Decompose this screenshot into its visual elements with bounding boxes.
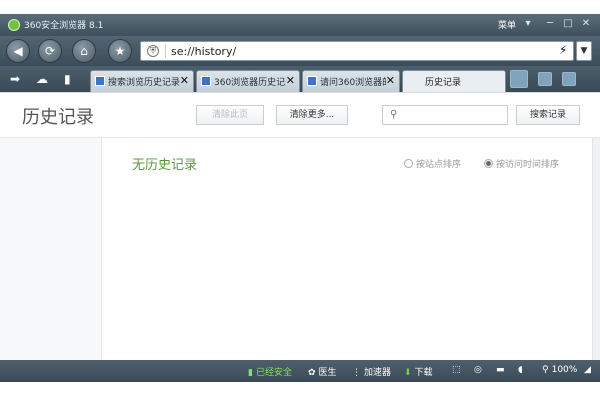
toolbar-icons-1[interactable]: ⬚ bbox=[452, 365, 461, 375]
tab-menu-icon[interactable] bbox=[562, 72, 576, 86]
title-bar: 360安全浏览器 8.1 菜单 ▾ ─ □ ✕ bbox=[0, 14, 600, 36]
doctor-button[interactable]: ✿ 医生 bbox=[308, 365, 337, 378]
speaker-icon[interactable]: ◖ bbox=[518, 365, 523, 375]
tab-360-history[interactable]: 360浏览器历史记录 ✕ bbox=[196, 70, 300, 92]
clear-page-button[interactable]: 清除此页 bbox=[196, 105, 264, 125]
screen-icon[interactable]: ▬ bbox=[496, 365, 505, 375]
zoom-search-icon: ⚲ bbox=[542, 365, 549, 375]
shield-icon: ⛨ bbox=[147, 45, 159, 57]
tab-history-active[interactable]: 历史记录 bbox=[402, 70, 506, 92]
tab-search-history[interactable]: 搜索浏览历史记录 ✕ bbox=[90, 70, 194, 92]
status-bar: ▮ 已经安全 ✿ 医生 ⋮ 加速器 ⬇ 下载 ⬚ ◎ ▬ ◖ ⚲ 100% ◢ bbox=[0, 360, 600, 382]
window-title: 360安全浏览器 8.1 bbox=[24, 21, 104, 31]
search-input[interactable]: ⚲ bbox=[382, 105, 508, 125]
tab-favicon-icon bbox=[307, 76, 317, 86]
download-button[interactable]: ⬇ 下载 bbox=[404, 365, 433, 378]
search-records-button[interactable]: 搜索记录 bbox=[516, 105, 580, 125]
globe-icon[interactable]: ◎ bbox=[474, 365, 482, 375]
accelerator-button[interactable]: ⋮ 加速器 bbox=[352, 365, 391, 378]
shield-check-icon: ▮ bbox=[248, 368, 253, 378]
tab-favicon-icon bbox=[95, 76, 105, 86]
close-window-icon[interactable]: ✕ bbox=[580, 18, 592, 30]
tab-tools-icon[interactable] bbox=[538, 72, 552, 86]
address-url[interactable]: se://history/ bbox=[171, 45, 236, 58]
back-icon[interactable]: ◀ bbox=[6, 39, 30, 63]
address-separator bbox=[165, 44, 166, 58]
nav-bar: ◀ ⟳ ⌂ ★ ⛨ se://history/ ⚡ ▼ bbox=[0, 36, 600, 66]
doctor-icon: ✿ bbox=[308, 368, 316, 378]
cloud-icon[interactable]: ☁ bbox=[36, 72, 48, 86]
tab-favicon-icon bbox=[201, 76, 211, 86]
accelerator-icon: ⋮ bbox=[352, 368, 361, 378]
star-icon[interactable]: ★ bbox=[108, 39, 132, 63]
clear-more-button[interactable]: 清除更多... bbox=[276, 105, 348, 125]
vertical-scrollbar[interactable] bbox=[592, 138, 600, 361]
sort-by-site-radio[interactable]: 按站点排序 bbox=[404, 157, 461, 170]
safe-status[interactable]: ▮ 已经安全 bbox=[248, 365, 292, 378]
home-icon[interactable]: ⌂ bbox=[72, 39, 96, 63]
chevron-down-icon[interactable]: ▼ bbox=[576, 41, 592, 61]
page-title: 历史记录 bbox=[22, 107, 94, 128]
minimize-icon[interactable]: ─ bbox=[544, 18, 556, 30]
tab-label: 历史记录 bbox=[425, 78, 462, 88]
resize-grip-icon[interactable]: ◢ bbox=[584, 365, 591, 375]
address-bar[interactable]: ⛨ se://history/ ⚡ bbox=[140, 41, 574, 61]
browser-window: 360安全浏览器 8.1 菜单 ▾ ─ □ ✕ ◀ ⟳ ⌂ ★ ⛨ se://h… bbox=[0, 14, 600, 382]
download-icon: ⬇ bbox=[404, 368, 412, 378]
new-tab-button[interactable] bbox=[510, 70, 528, 88]
close-icon[interactable]: ✕ bbox=[286, 74, 295, 87]
zoom-control[interactable]: ⚲ 100% bbox=[542, 365, 577, 375]
close-icon[interactable]: ✕ bbox=[386, 74, 395, 87]
history-sidebar bbox=[0, 138, 102, 361]
sort-by-time-radio[interactable]: 按访问时间排序 bbox=[484, 157, 559, 170]
menu-button[interactable]: 菜单 bbox=[498, 18, 516, 31]
empty-message: 无历史记录 bbox=[132, 158, 198, 173]
tab-label: 360浏览器历史记录 bbox=[214, 78, 286, 88]
tab-bar: ➡ ☁ ▮ 搜索浏览历史记录 ✕ 360浏览器历史记录 ✕ 请问360浏览器的历… bbox=[0, 66, 600, 92]
maximize-icon[interactable]: □ bbox=[562, 18, 574, 30]
tab-label: 请问360浏览器的历史 bbox=[320, 78, 386, 88]
document-icon[interactable]: ▮ bbox=[64, 72, 71, 86]
lightning-icon[interactable]: ⚡ bbox=[559, 43, 567, 57]
close-icon[interactable]: ✕ bbox=[180, 74, 189, 87]
sort-by-site-label: 按站点排序 bbox=[416, 160, 462, 170]
arrow-right-icon[interactable]: ➡ bbox=[10, 72, 20, 86]
radio-dot bbox=[484, 159, 493, 168]
shirt-icon[interactable]: ▾ bbox=[522, 18, 534, 30]
search-icon: ⚲ bbox=[390, 109, 398, 120]
refresh-icon[interactable]: ⟳ bbox=[38, 39, 62, 63]
tab-question[interactable]: 请问360浏览器的历史 ✕ bbox=[302, 70, 400, 92]
radio-dot bbox=[404, 159, 413, 168]
sort-by-time-label: 按访问时间排序 bbox=[496, 160, 560, 170]
app-logo-icon bbox=[8, 19, 20, 31]
tab-label: 搜索浏览历史记录 bbox=[108, 78, 180, 88]
page-content: 历史记录 清除此页 清除更多... ⚲ 搜索记录 无历史记录 按站点排序 按访问… bbox=[0, 92, 600, 361]
